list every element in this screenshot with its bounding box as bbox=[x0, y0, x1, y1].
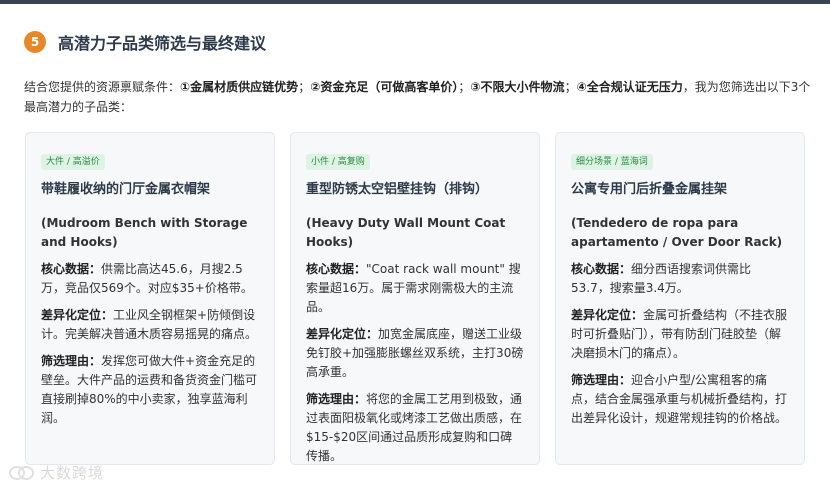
recommendation-card: 小件 / 高复购 重型防锈太空铝壁挂钩（排钩） (Heavy Duty Wall… bbox=[290, 132, 540, 465]
category-tag: 大件 / 高溢价 bbox=[41, 154, 105, 170]
top-border bbox=[0, 0, 830, 4]
differentiation-label: 差异化定位： bbox=[306, 327, 379, 341]
intro-paragraph: 结合您提供的资源禀赋条件：①金属材质供应链优势；②资金充足（可做高客单价）；③不… bbox=[24, 77, 814, 117]
category-tag: 小件 / 高复购 bbox=[306, 154, 370, 170]
differentiation: 差异化定位：金属可折叠结构（不挂衣服时可折叠贴门），带有防刮门硅胶垫（解决磨损木… bbox=[571, 306, 789, 363]
selection-reason-label: 筛选理由： bbox=[571, 373, 632, 387]
watermark-text: 大数跨境 bbox=[40, 464, 105, 482]
selection-reason: 筛选理由：发挥您可做大件+资金充足的壁垒。大件产品的运费和备货资金门槛可直接刷掉… bbox=[41, 352, 259, 428]
core-data: 核心数据：供需比高达45.6，月搜2.5万，竞品仅569个。对应$35+价格带。 bbox=[41, 260, 259, 298]
differentiation: 差异化定位：工业风全钢框架+防倾倒设计。完美解决普通木质容易摇晃的痛点。 bbox=[41, 306, 259, 344]
section-number-badge: 5 bbox=[24, 31, 46, 53]
recommendation-card: 大件 / 高溢价 带鞋履收纳的门厅金属衣帽架 (Mudroom Bench wi… bbox=[25, 132, 275, 465]
card-title: 公寓专用门后折叠金属挂架 bbox=[571, 182, 728, 197]
intro-separator: ； bbox=[564, 80, 577, 94]
selection-reason: 筛选理由：迎合小户型/公寓租客的痛点，结合金属强承重与机械折叠结构，打出差异化设… bbox=[571, 371, 789, 428]
section-header: 5 高潜力子品类筛选与最终建议 bbox=[24, 30, 266, 54]
core-data-label: 核心数据： bbox=[571, 262, 632, 276]
card-title: 带鞋履收纳的门厅金属衣帽架 bbox=[41, 182, 211, 197]
core-data-label: 核心数据： bbox=[41, 262, 102, 276]
logo-icon bbox=[9, 465, 34, 480]
selection-reason-label: 筛选理由： bbox=[306, 392, 367, 406]
intro-condition-1: ①金属材质供应链优势 bbox=[180, 80, 299, 94]
card-subtitle: (Heavy Duty Wall Mount Coat Hooks) bbox=[306, 216, 506, 249]
intro-lead: 结合您提供的资源禀赋条件： bbox=[24, 80, 181, 94]
core-data-label: 核心数据： bbox=[306, 262, 367, 276]
section-title: 高潜力子品类筛选与最终建议 bbox=[58, 34, 267, 53]
recommendation-cards: 大件 / 高溢价 带鞋履收纳的门厅金属衣帽架 (Mudroom Bench wi… bbox=[25, 132, 805, 465]
core-data: 核心数据："Coat rack wall mount" 搜索量超16万。属于需求… bbox=[306, 260, 524, 317]
core-data: 核心数据：细分西语搜索词供需比53.7，搜索量3.4万。 bbox=[571, 260, 789, 298]
selection-reason-label: 筛选理由： bbox=[41, 354, 102, 368]
intro-condition-3: ③不限大小件物流 bbox=[470, 80, 565, 94]
differentiation: 差异化定位：加宽金属底座，赠送工业级免钉胶+加强膨胀螺丝双系统，主打30磅高承重… bbox=[306, 325, 524, 382]
recommendation-card: 细分场景 / 蓝海词 公寓专用门后折叠金属挂架 (Tendedero de ro… bbox=[555, 132, 805, 465]
card-title: 重型防锈太空铝壁挂钩（排钩） bbox=[306, 182, 489, 197]
category-tag: 细分场景 / 蓝海词 bbox=[571, 154, 653, 170]
intro-separator: ； bbox=[458, 80, 471, 94]
watermark: 大数跨境 bbox=[8, 462, 104, 483]
intro-condition-4: ④全合规认证无压力 bbox=[576, 80, 683, 94]
intro-separator: ； bbox=[298, 80, 311, 94]
differentiation-label: 差异化定位： bbox=[571, 308, 644, 322]
intro-condition-2: ②资金充足（可做高客单价） bbox=[310, 80, 459, 94]
selection-reason: 筛选理由：将您的金属工艺用到极致，通过表面阳极氧化或烤漆工艺做出质感，在$15-… bbox=[306, 390, 524, 466]
card-subtitle: (Mudroom Bench with Storage and Hooks) bbox=[41, 216, 248, 249]
card-subtitle: (Tendedero de ropa para apartamento / Ov… bbox=[571, 216, 783, 249]
differentiation-label: 差异化定位： bbox=[41, 308, 114, 322]
